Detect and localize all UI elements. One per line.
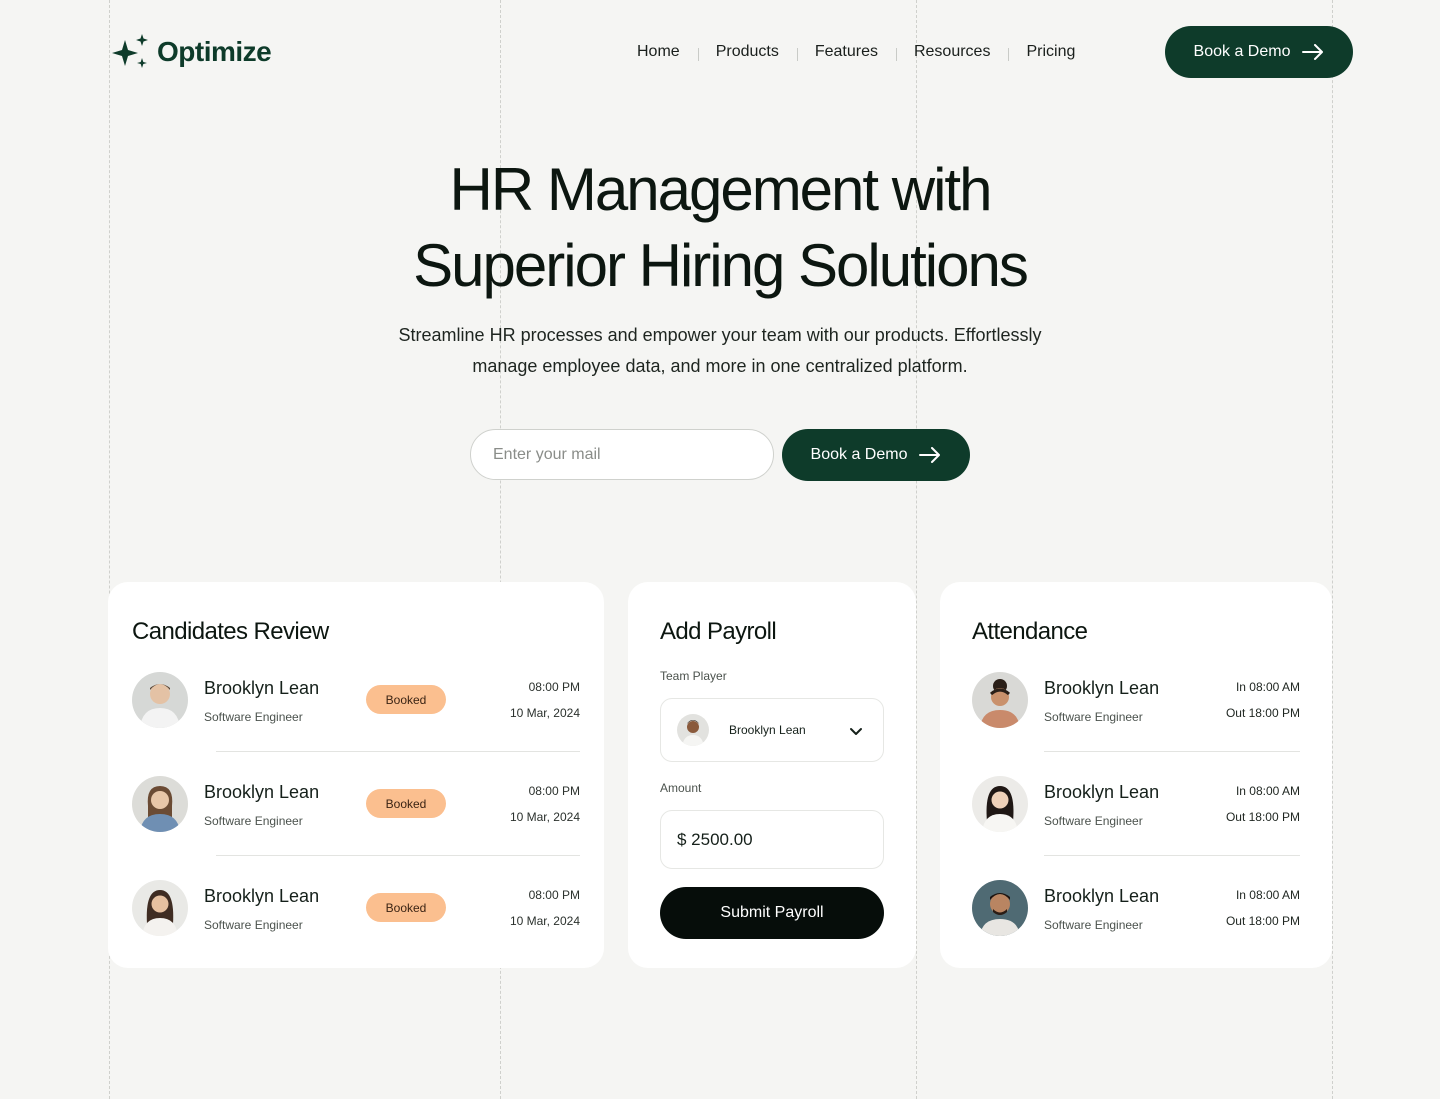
brand-name: Optimize [157,36,272,67]
hero-subtitle-line-1: Streamline HR processes and empower your… [398,325,1042,345]
avatar [972,880,1028,936]
hero-title: HR Management with Superior Hiring Solut… [0,152,1440,304]
amount-value: $ 2500.00 [677,829,753,849]
hero-book-demo-button[interactable]: Book a Demo [782,429,970,481]
check-out-time: Out 18:00 PM [1225,810,1300,824]
candidate-name: Brooklyn Lean [204,886,320,906]
nav-book-demo-button[interactable]: Book a Demo [1165,26,1353,78]
nav-item-products[interactable]: Products [697,43,797,61]
status-badge: Booked [366,893,446,922]
amount-label: Amount [660,781,702,795]
attendance-row[interactable]: Brooklyn Lean Software Engineer In 08:00… [972,880,1300,936]
candidate-name: Brooklyn Lean [204,678,320,698]
employee-name: Brooklyn Lean [1044,782,1160,802]
top-navigation: Optimize Home Products Features Resource… [0,0,1440,104]
avatar [972,776,1028,832]
hero-subtitle-line-2: manage employee data, and more in one ce… [472,356,968,376]
candidates-review-card: Candidates Review Brooklyn Lean Software… [108,582,604,968]
candidates-card-title: Candidates Review [132,618,329,645]
hero-title-line-1: HR Management with [449,156,993,223]
candidate-row[interactable]: Brooklyn Lean Software Engineer Booked 0… [132,672,580,728]
review-date: 10 Mar, 2024 [509,914,580,928]
candidate-role: Software Engineer [204,918,303,932]
row-divider [1044,855,1300,856]
avatar [677,714,709,746]
candidate-row[interactable]: Brooklyn Lean Software Engineer Booked 0… [132,880,580,936]
candidate-role: Software Engineer [204,814,303,828]
nav-book-demo-label: Book a Demo [1193,43,1291,60]
nav-item-features[interactable]: Features [796,43,896,61]
amount-field[interactable]: $ 2500.00 [660,810,884,869]
hero-book-demo-label: Book a Demo [810,446,908,463]
check-out-time: Out 18:00 PM [1225,706,1300,720]
review-time: 08:00 PM [528,888,580,902]
check-in-time: In 08:00 AM [1235,784,1300,798]
candidate-name: Brooklyn Lean [204,782,320,802]
employee-name: Brooklyn Lean [1044,886,1160,906]
email-input[interactable] [470,429,774,480]
employee-name: Brooklyn Lean [1044,678,1160,698]
status-badge: Booked [366,685,446,714]
check-in-time: In 08:00 AM [1235,888,1300,902]
row-divider [1044,751,1300,752]
review-time: 08:00 PM [528,784,580,798]
employee-role: Software Engineer [1044,710,1143,724]
brand-logo[interactable]: Optimize [111,33,272,71]
sparkle-logo-icon [112,34,148,68]
avatar [132,880,188,936]
submit-payroll-label: Submit Payroll [720,904,824,921]
candidate-role: Software Engineer [204,710,303,724]
chevron-down-icon [850,728,862,735]
add-payroll-card: Add Payroll Team Player Brooklyn Lean Am… [628,582,916,968]
review-date: 10 Mar, 2024 [509,810,580,824]
attendance-card: Attendance Brooklyn Lean Software Engine… [940,582,1332,968]
nav-item-home[interactable]: Home [619,43,698,61]
selected-player-name: Brooklyn Lean [729,723,806,737]
submit-payroll-button[interactable]: Submit Payroll [660,887,884,939]
team-player-label: Team Player [660,669,727,683]
avatar [132,776,188,832]
attendance-row[interactable]: Brooklyn Lean Software Engineer In 08:00… [972,672,1300,728]
review-time: 08:00 PM [528,680,580,694]
check-in-time: In 08:00 AM [1235,680,1300,694]
employee-role: Software Engineer [1044,814,1143,828]
hero-title-line-2: Superior Hiring Solutions [413,232,1029,299]
row-divider [216,855,580,856]
avatar [972,672,1028,728]
arrow-right-icon [1302,44,1324,60]
arrow-right-icon [919,447,941,463]
status-badge: Booked [366,789,446,818]
nav-item-resources[interactable]: Resources [895,43,1008,61]
employee-role: Software Engineer [1044,918,1143,932]
review-date: 10 Mar, 2024 [509,706,580,720]
check-out-time: Out 18:00 PM [1225,914,1300,928]
hero-subtitle: Streamline HR processes and empower your… [360,320,1080,382]
candidate-row[interactable]: Brooklyn Lean Software Engineer Booked 0… [132,776,580,832]
main-menu: Home Products Features Resources Pricing [619,40,1093,64]
team-player-select[interactable]: Brooklyn Lean [660,698,884,762]
payroll-card-title: Add Payroll [660,618,777,645]
attendance-card-title: Attendance [972,618,1088,645]
row-divider [216,751,580,752]
attendance-row[interactable]: Brooklyn Lean Software Engineer In 08:00… [972,776,1300,832]
avatar [132,672,188,728]
nav-item-pricing[interactable]: Pricing [1008,43,1093,61]
